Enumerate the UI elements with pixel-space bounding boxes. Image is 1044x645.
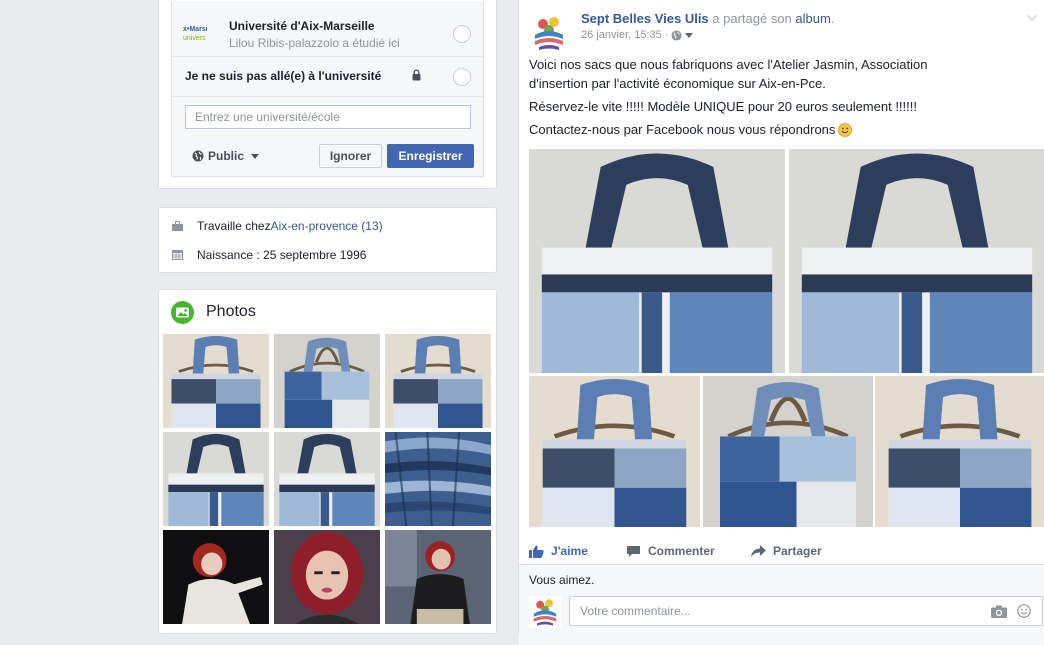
education-card: x•Marsı univers Université d'Aix-Marseil… bbox=[158, 0, 497, 189]
post-timestamp[interactable]: 26 janvier, 15:35 · bbox=[581, 29, 668, 41]
school-input[interactable] bbox=[185, 105, 471, 129]
lock-icon bbox=[412, 69, 421, 81]
audience-selector[interactable]: Public bbox=[192, 149, 260, 163]
birth-info: Naissance : 25 septembre 1996 bbox=[172, 248, 366, 262]
photo-thumbnail[interactable] bbox=[163, 432, 269, 526]
university-logo: x•Marsı univers bbox=[183, 26, 208, 42]
camera-icon[interactable] bbox=[991, 605, 1007, 618]
shared-text: a partagé son bbox=[708, 11, 796, 26]
no-university-radio[interactable] bbox=[453, 68, 471, 86]
university-radio[interactable] bbox=[453, 25, 471, 43]
audience-label: Public bbox=[208, 149, 245, 163]
caret-down-icon[interactable] bbox=[685, 32, 694, 38]
share-arrow-icon bbox=[751, 544, 766, 557]
post-contact-text: Contactez-nous par Facebook nous vous ré… bbox=[529, 122, 836, 137]
briefcase-icon bbox=[172, 221, 183, 231]
intro-card: Travaille chez Aix-en-provence (13) Nais… bbox=[158, 207, 497, 273]
page-name-link[interactable]: Sept Belles Vies Ulis bbox=[581, 11, 709, 26]
like-button[interactable]: J'aime bbox=[529, 544, 588, 558]
comment-box bbox=[569, 596, 1043, 626]
ignore-button[interactable]: Ignorer bbox=[319, 144, 382, 168]
photo-thumbnail[interactable] bbox=[385, 530, 491, 624]
comment-icon bbox=[627, 545, 640, 557]
smile-emoji-icon bbox=[838, 122, 853, 137]
education-editor: x•Marsı univers Université d'Aix-Marseil… bbox=[171, 1, 484, 177]
post-card: Sept Belles Vies Ulis a partagé son albu… bbox=[518, 0, 1044, 645]
emoji-icon[interactable] bbox=[1017, 604, 1031, 618]
photo-thumbnail[interactable] bbox=[274, 432, 380, 526]
globe-icon[interactable] bbox=[671, 29, 682, 41]
photo-thumbnail[interactable] bbox=[274, 334, 380, 428]
globe-icon bbox=[192, 150, 204, 162]
work-prefix: Travaille chez bbox=[197, 219, 271, 233]
likes-summary[interactable]: Vous aimez. bbox=[529, 573, 594, 587]
chevron-down-icon[interactable] bbox=[1026, 14, 1038, 22]
comments-area: Vous aimez. bbox=[519, 564, 1044, 645]
post-meta: 26 janvier, 15:35 · bbox=[581, 29, 694, 41]
education-actions: Public Ignorer Enregistrer bbox=[172, 137, 483, 175]
post-header: Sept Belles Vies Ulis a partagé son albu… bbox=[581, 11, 834, 26]
photos-icon bbox=[171, 301, 194, 324]
photos-title[interactable]: Photos bbox=[206, 303, 256, 321]
post-photo[interactable] bbox=[703, 376, 873, 527]
post-photo[interactable] bbox=[875, 376, 1044, 527]
work-link[interactable]: Aix-en-provence (13) bbox=[271, 219, 383, 233]
no-university-option[interactable]: Je ne suis pas allé(e) à l'université bbox=[172, 57, 483, 97]
page-avatar[interactable] bbox=[529, 13, 569, 53]
university-subtext: Lilou Ribis-palazzolo a étudié ici bbox=[229, 36, 400, 50]
post-photo[interactable] bbox=[789, 149, 1044, 373]
photo-thumbnail[interactable] bbox=[274, 530, 380, 624]
shared-end: . bbox=[830, 11, 835, 26]
birth-text: Naissance : 25 septembre 1996 bbox=[197, 248, 367, 262]
post-text-line: d'insertion par l'activité économique su… bbox=[529, 76, 826, 91]
commenter-avatar bbox=[529, 596, 561, 628]
calendar-icon bbox=[172, 250, 183, 260]
photo-thumbnail[interactable] bbox=[385, 432, 491, 526]
university-name: Université d'Aix-Marseille bbox=[229, 19, 375, 33]
no-university-label: Je ne suis pas allé(e) à l'université bbox=[185, 69, 382, 83]
thumbs-up-icon bbox=[529, 545, 544, 558]
post-actions: J'aime Commenter Partager bbox=[529, 544, 1029, 564]
work-info: Travaille chez Aix-en-provence (13) bbox=[172, 219, 383, 233]
photo-thumbnail[interactable] bbox=[163, 530, 269, 624]
album-link[interactable]: album bbox=[795, 11, 830, 26]
post-photo[interactable] bbox=[529, 149, 785, 373]
share-button[interactable]: Partager bbox=[751, 544, 822, 558]
post-photo[interactable] bbox=[529, 376, 700, 527]
post-text-line: Voici nos sacs que nous fabriquons avec … bbox=[529, 57, 928, 72]
caret-down-icon bbox=[251, 153, 260, 159]
post-text-line: Contactez-nous par Facebook nous vous ré… bbox=[529, 122, 853, 137]
photo-thumbnail[interactable] bbox=[385, 334, 491, 428]
university-suggestion[interactable]: x•Marsı univers Université d'Aix-Marseil… bbox=[172, 11, 483, 57]
like-label: J'aime bbox=[551, 544, 588, 558]
save-button[interactable]: Enregistrer bbox=[387, 144, 474, 168]
photos-card: Photos bbox=[158, 289, 497, 634]
comment-button[interactable]: Commenter bbox=[626, 544, 715, 558]
comment-input[interactable] bbox=[578, 603, 962, 619]
post-text-line: Réservez-le vite !!!!! Modèle UNIQUE pou… bbox=[529, 99, 917, 114]
share-label: Partager bbox=[773, 544, 822, 558]
photo-thumbnail[interactable] bbox=[163, 334, 269, 428]
comment-label: Commenter bbox=[648, 544, 715, 558]
